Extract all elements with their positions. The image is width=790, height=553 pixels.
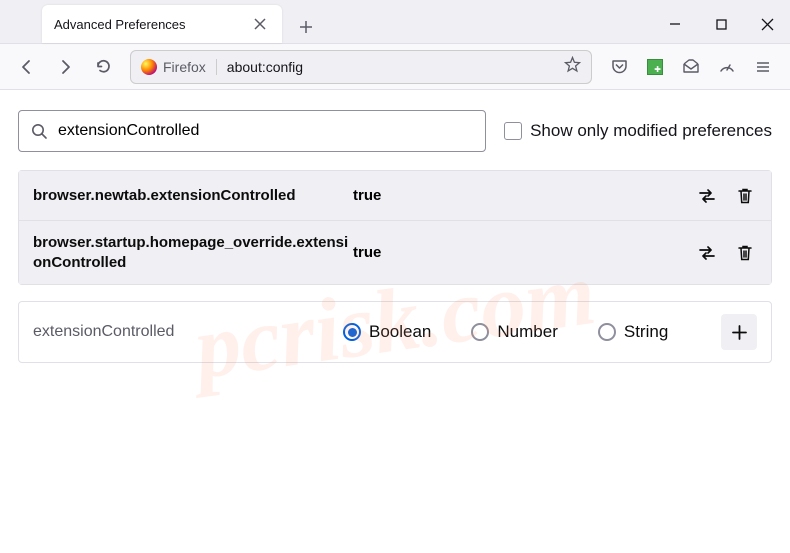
preference-row: browser.startup.homepage_override.extens… [19,221,771,284]
reload-button[interactable] [86,50,120,84]
radio-boolean[interactable]: Boolean [343,322,431,342]
tab-title: Advanced Preferences [54,17,250,32]
maximize-button[interactable] [698,5,744,43]
tab-close-button[interactable] [250,14,270,34]
forward-button[interactable] [48,50,82,84]
radio-label: Number [497,322,557,342]
search-box[interactable] [18,110,486,152]
preference-row: browser.newtab.extensionControlled true [19,171,771,221]
extension-icon [647,59,663,75]
radio-icon [343,323,361,341]
new-tab-button[interactable] [290,11,322,43]
back-button[interactable] [10,50,44,84]
radio-string[interactable]: String [598,322,668,342]
search-icon [31,123,48,140]
bookmark-star-icon[interactable] [564,56,581,78]
window-controls [652,5,790,43]
checkbox-label: Show only modified preferences [530,121,772,141]
inbox-button[interactable] [674,50,708,84]
toggle-button[interactable] [695,241,719,265]
new-preference-name: extensionControlled [33,323,343,341]
url-text: about:config [227,59,564,75]
address-bar[interactable]: Firefox about:config [130,50,592,84]
extension-button[interactable] [638,50,672,84]
page-content: Show only modified preferences browser.n… [0,90,790,383]
pocket-button[interactable] [602,50,636,84]
delete-button[interactable] [733,184,757,208]
app-menu-button[interactable] [746,50,780,84]
close-window-button[interactable] [744,5,790,43]
radio-label: String [624,322,668,342]
radio-icon [598,323,616,341]
radio-icon [471,323,489,341]
show-modified-checkbox[interactable]: Show only modified preferences [504,121,772,141]
preference-name: browser.newtab.extensionControlled [33,186,353,206]
browser-toolbar: Firefox about:config [0,44,790,90]
radio-number[interactable]: Number [471,322,557,342]
preference-table: browser.newtab.extensionControlled true … [18,170,772,285]
preference-value: true [353,187,695,204]
checkbox-icon [504,122,522,140]
preference-name: browser.startup.homepage_override.extens… [33,233,353,272]
window-titlebar: Advanced Preferences [0,0,790,44]
speedometer-button[interactable] [710,50,744,84]
minimize-button[interactable] [652,5,698,43]
identity-label: Firefox [163,59,206,75]
search-input[interactable] [58,122,473,140]
delete-button[interactable] [733,241,757,265]
browser-tab[interactable]: Advanced Preferences [42,5,282,43]
radio-label: Boolean [369,322,431,342]
add-preference-button[interactable] [721,314,757,350]
type-radio-group: Boolean Number String [343,322,721,342]
new-preference-row: extensionControlled Boolean Number Strin… [18,301,772,363]
identity-box[interactable]: Firefox [141,59,217,75]
firefox-logo-icon [141,59,157,75]
toggle-button[interactable] [695,184,719,208]
preference-value: true [353,244,695,261]
